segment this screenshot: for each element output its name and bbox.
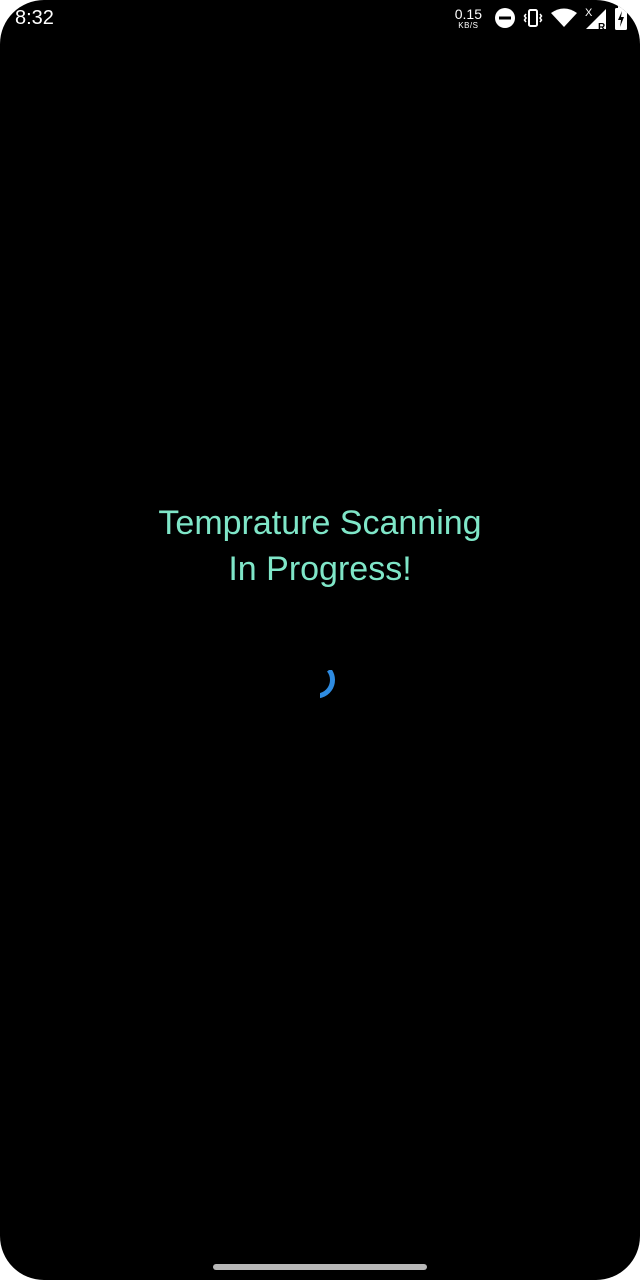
battery-charging-icon <box>614 5 628 31</box>
status-bar: 8:32 0.15 KB/S X R <box>0 0 640 36</box>
no-data-mark: X <box>585 7 593 19</box>
loading-spinner-icon <box>320 670 335 699</box>
network-speed: 0.15 KB/S <box>455 7 482 30</box>
scanning-message-line2: In Progress! <box>228 550 412 588</box>
status-time: 8:32 <box>15 7 54 29</box>
network-speed-unit: KB/S <box>458 20 479 30</box>
scanning-message: Temprature Scanning In Progress! <box>0 500 640 592</box>
scanning-message-line1: Temprature Scanning <box>158 504 482 542</box>
vibrate-icon <box>522 7 544 29</box>
wifi-icon <box>550 7 578 29</box>
home-indicator[interactable] <box>213 1264 427 1270</box>
cell-signal-icon: X R <box>584 5 608 31</box>
roaming-mark: R <box>598 22 606 31</box>
status-icons: 0.15 KB/S X R <box>455 4 628 32</box>
app-screen: 8:32 0.15 KB/S X R Temprature Scanning I… <box>0 0 640 1280</box>
do-not-disturb-icon <box>494 7 516 29</box>
network-speed-value: 0.15 <box>454 5 482 22</box>
